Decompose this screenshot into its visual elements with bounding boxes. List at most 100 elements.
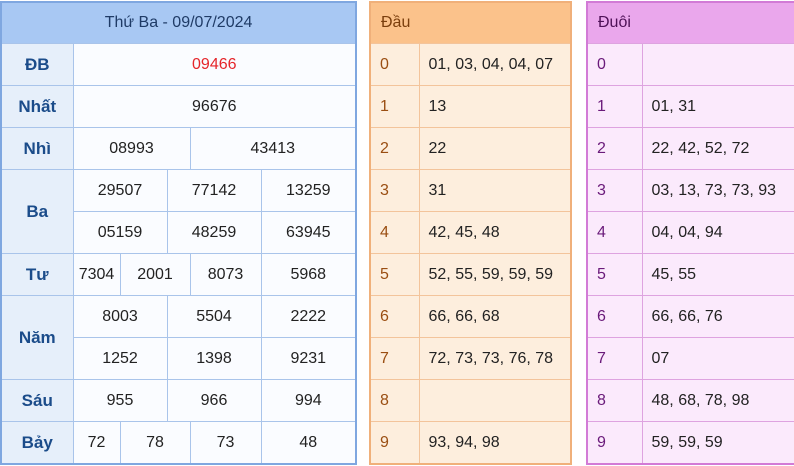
prize-value: 2001 <box>119 253 191 296</box>
tail-digits-panel: Đuôi 0 1 01, 31 2 22, 42, 52, 72 3 03, 13, … <box>586 1 794 465</box>
prize-label: ĐB <box>0 43 74 86</box>
tail-row: 0 <box>586 43 794 86</box>
prize-value: 1252 <box>72 337 168 380</box>
prize-row-fifth: Năm 8003 5504 2222 <box>0 295 357 380</box>
results-table: Thứ Ba - 09/07/2024 ĐB 09466 Nhất 96676 … <box>0 1 358 465</box>
prize-row-first: Nhất 96676 <box>0 85 357 128</box>
prize-value: 05159 <box>72 211 168 254</box>
prize-row-special: ĐB 09466 <box>0 43 357 86</box>
tail-numbers: 45, 55 <box>641 253 794 296</box>
head-digit: 1 <box>369 85 420 128</box>
prize-value: 955 <box>72 379 168 422</box>
head-numbers: 31 <box>418 169 572 212</box>
prize-label: Sáu <box>0 379 74 422</box>
results-title: Thứ Ba - 09/07/2024 <box>0 1 357 44</box>
prize-label: Nhất <box>0 85 74 128</box>
head-digit: 3 <box>369 169 420 212</box>
prize-row-sixth: Sáu 955 966 994 <box>0 379 357 422</box>
head-numbers <box>418 379 572 422</box>
tail-numbers: 07 <box>641 337 794 380</box>
tail-numbers: 48, 68, 78, 98 <box>641 379 794 422</box>
tail-numbers <box>641 43 794 86</box>
prize-value: 994 <box>260 379 357 422</box>
tail-numbers: 22, 42, 52, 72 <box>641 127 794 170</box>
tail-row: 5 45, 55 <box>586 253 794 296</box>
tail-digit: 3 <box>586 169 643 212</box>
prize-value: 72 <box>72 421 121 465</box>
prize-value: 48 <box>260 421 357 465</box>
results-panel: Thứ Ba - 09/07/2024 ĐB 09466 Nhất 96676 … <box>0 1 358 465</box>
tail-row: 9 59, 59, 59 <box>586 421 794 465</box>
prize-label: Năm <box>0 295 74 380</box>
prize-label: Bảy <box>0 421 74 465</box>
tail-digit: 6 <box>586 295 643 338</box>
head-digit: 9 <box>369 421 420 465</box>
tail-row: 1 01, 31 <box>586 85 794 128</box>
tail-digits-header: Đuôi <box>586 1 794 44</box>
head-digit: 6 <box>369 295 420 338</box>
prize-value: 2222 <box>260 295 357 338</box>
tail-digit: 1 <box>586 85 643 128</box>
prize-value-special: 09466 <box>72 43 357 86</box>
head-row: 1 13 <box>369 85 572 128</box>
prize-row-fourth: Tư 7304 2001 8073 5968 <box>0 253 357 296</box>
tail-digit: 4 <box>586 211 643 254</box>
prize-value: 5968 <box>260 253 357 296</box>
prize-value: 77142 <box>166 169 262 212</box>
head-row: 0 01, 03, 04, 04, 07 <box>369 43 572 86</box>
tail-digit: 2 <box>586 127 643 170</box>
head-numbers: 52, 55, 59, 59, 59 <box>418 253 572 296</box>
head-numbers: 66, 66, 68 <box>418 295 572 338</box>
head-row: 5 52, 55, 59, 59, 59 <box>369 253 572 296</box>
tail-row: 8 48, 68, 78, 98 <box>586 379 794 422</box>
prize-row-third: Ba 29507 77142 13259 <box>0 169 357 254</box>
head-digits-header: Đầu <box>369 1 572 44</box>
tail-numbers: 04, 04, 94 <box>641 211 794 254</box>
tail-row: 3 03, 13, 73, 73, 93 <box>586 169 794 212</box>
prize-row-second: Nhì 08993 43413 <box>0 127 357 170</box>
head-row: 4 42, 45, 48 <box>369 211 572 254</box>
tail-row: 4 04, 04, 94 <box>586 211 794 254</box>
prize-value: 966 <box>166 379 262 422</box>
head-numbers: 13 <box>418 85 572 128</box>
head-row: 8 <box>369 379 572 422</box>
head-row: 9 93, 94, 98 <box>369 421 572 465</box>
prize-value: 13259 <box>260 169 357 212</box>
prize-label: Tư <box>0 253 74 296</box>
head-row: 2 22 <box>369 127 572 170</box>
prize-value: 73 <box>189 421 262 465</box>
head-digit: 2 <box>369 127 420 170</box>
head-row: 7 72, 73, 73, 76, 78 <box>369 337 572 380</box>
head-digit: 5 <box>369 253 420 296</box>
head-digits-panel: Đầu 0 01, 03, 04, 04, 07 1 13 2 22 3 31 4 42,… <box>369 1 572 465</box>
tail-row: 7 07 <box>586 337 794 380</box>
head-digit: 0 <box>369 43 420 86</box>
prize-value: 7304 <box>72 253 121 296</box>
prize-value: 63945 <box>260 211 357 254</box>
tail-digit: 9 <box>586 421 643 465</box>
head-digit: 8 <box>369 379 420 422</box>
tail-numbers: 66, 66, 76 <box>641 295 794 338</box>
tail-numbers: 01, 31 <box>641 85 794 128</box>
prize-value: 29507 <box>72 169 168 212</box>
head-row: 6 66, 66, 68 <box>369 295 572 338</box>
head-digit: 7 <box>369 337 420 380</box>
prize-value: 43413 <box>189 127 357 170</box>
prize-value: 48259 <box>166 211 262 254</box>
head-numbers: 01, 03, 04, 04, 07 <box>418 43 572 86</box>
tail-digit: 5 <box>586 253 643 296</box>
prize-label: Ba <box>0 169 74 254</box>
tail-digit: 8 <box>586 379 643 422</box>
head-numbers: 42, 45, 48 <box>418 211 572 254</box>
prize-value: 9231 <box>260 337 357 380</box>
prize-value: 8073 <box>189 253 262 296</box>
head-numbers: 22 <box>418 127 572 170</box>
head-digit: 4 <box>369 211 420 254</box>
tail-digit: 7 <box>586 337 643 380</box>
prize-label: Nhì <box>0 127 74 170</box>
tail-digit: 0 <box>586 43 643 86</box>
head-digits-table: Đầu 0 01, 03, 04, 04, 07 1 13 2 22 3 31 4 42,… <box>369 1 572 465</box>
prize-row-seventh: Bảy 72 78 73 48 <box>0 421 357 465</box>
tail-row: 2 22, 42, 52, 72 <box>586 127 794 170</box>
tail-numbers: 03, 13, 73, 73, 93 <box>641 169 794 212</box>
